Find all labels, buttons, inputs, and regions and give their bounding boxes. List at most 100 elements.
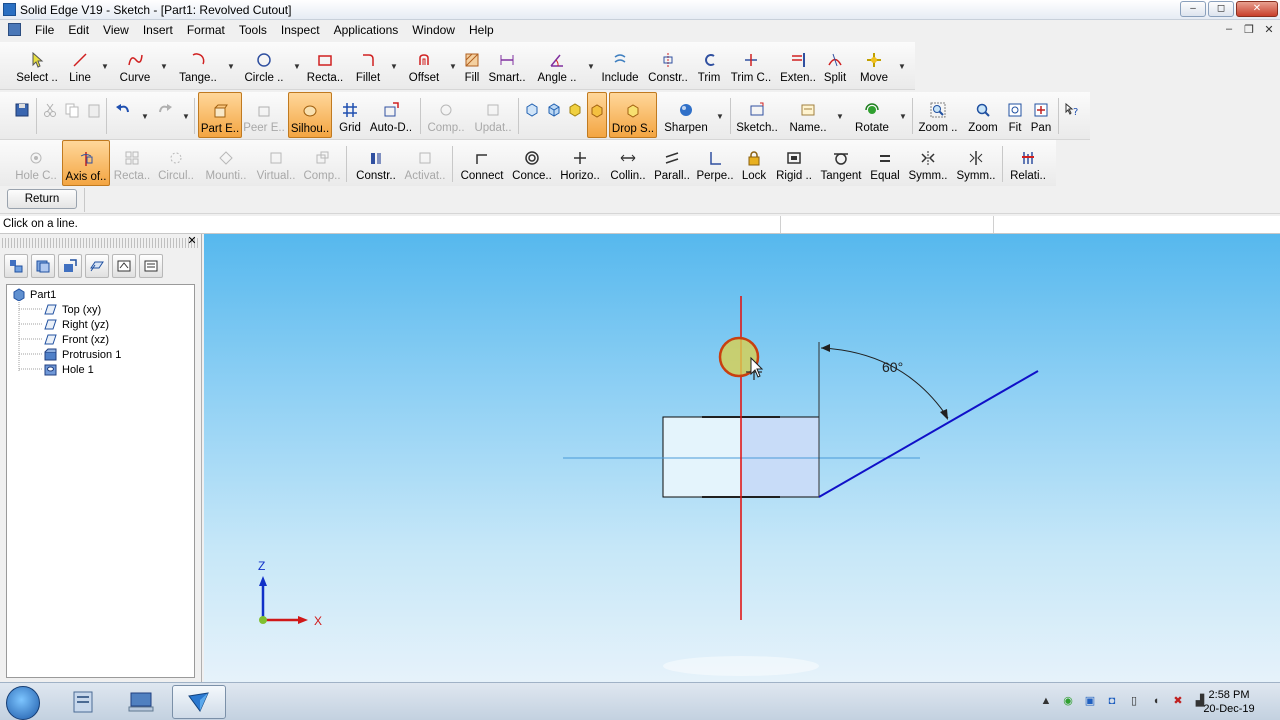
menu-applications[interactable]: Applications [327,23,406,37]
construction-tool-button[interactable]: Constr.. [646,42,690,88]
sharpen-dropdown-icon[interactable]: ▼ [716,112,724,121]
angled-profile-line[interactable] [818,370,1039,498]
trim-corner-button[interactable]: Trim C.. [728,42,774,88]
fillet-tool-button[interactable]: Fillet [350,42,386,88]
menu-insert[interactable]: Insert [136,23,180,37]
hole-center-button[interactable]: Hole C.. [14,140,58,186]
taskbar-clock[interactable]: 2:58 PM 20-Dec-19 [1190,688,1268,716]
pathfinder-layers-icon[interactable] [31,254,55,278]
taskbar-computer-button[interactable] [114,685,168,719]
rectangle-tool-button[interactable]: Recta.. [304,42,346,88]
sketch-viewport[interactable]: 60° Z X [204,234,1280,682]
view-shaded-button[interactable] [566,92,584,138]
mdi-close-button[interactable]: ✕ [1262,23,1276,36]
angle-dimension-label[interactable]: 60° [882,359,903,375]
paste-button[interactable] [84,92,104,138]
tree-item-protrusion-1[interactable]: Protrusion 1 [44,348,121,361]
start-button-windows-logo-icon[interactable] [6,686,40,720]
lock-relation-button[interactable]: Lock [738,140,770,186]
sharpen-button[interactable]: Sharpen [662,92,710,138]
axis-of-revolution-button[interactable]: Axis of.. [62,140,110,186]
rotate-button[interactable]: Rotate [850,92,894,138]
symmetric-relation-button[interactable]: Symm.. [906,140,950,186]
horizontal-vertical-button[interactable]: Horizo.. [558,140,602,186]
pathfinder-library-icon[interactable] [139,254,163,278]
menu-view[interactable]: View [96,23,136,37]
pan-button[interactable]: Pan [1028,92,1054,138]
include-tool-button[interactable]: Include [598,42,642,88]
return-button[interactable]: Return [7,189,77,209]
tangent-arc-button[interactable]: Tange.. [174,42,222,88]
pathfinder-planes-icon[interactable] [85,254,109,278]
drop-shadow-button[interactable]: Drop S.. [609,92,657,138]
fit-button[interactable]: Fit [1004,92,1026,138]
symmetry-axis-button[interactable]: Symm.. [954,140,998,186]
tray-app-icon[interactable]: ◘ [1104,693,1120,709]
pathfinder-sketches-icon[interactable] [58,254,82,278]
menu-help[interactable]: Help [462,23,501,37]
split-tool-button[interactable]: Split [820,42,850,88]
move-tool-button[interactable]: Move [856,42,892,88]
tangent-dropdown-icon[interactable]: ▼ [227,62,235,71]
construction-display-button[interactable]: Constr.. [352,140,400,186]
tray-app-green-icon[interactable]: ◉ [1060,693,1076,709]
usb-drive-icon[interactable]: ▯ [1126,693,1142,709]
copy-button[interactable] [62,92,82,138]
perpendicular-relation-button[interactable]: Perpe.. [694,140,736,186]
menu-window[interactable]: Window [405,23,462,37]
cut-button[interactable] [40,92,60,138]
concentric-relation-button[interactable]: Conce.. [510,140,554,186]
network-disabled-icon[interactable]: ✖ [1170,693,1186,709]
named-views-button[interactable]: Name.. [786,92,830,138]
line-dropdown-icon[interactable]: ▼ [101,62,109,71]
undo-button[interactable] [112,92,134,138]
rigid-set-button[interactable]: Rigid .. [772,140,816,186]
curve-tool-button[interactable]: Curve [116,42,154,88]
trim-tool-button[interactable]: Trim [694,42,724,88]
shaded-visible-edges-button[interactable] [587,92,607,138]
mounting-boss-button[interactable]: Mounti.. [202,140,250,186]
rotate-dropdown-icon[interactable]: ▼ [899,112,907,121]
pathfinder-family-icon[interactable] [112,254,136,278]
curve-dropdown-icon[interactable]: ▼ [160,62,168,71]
redo-button[interactable] [154,92,176,138]
angle-dropdown-icon[interactable]: ▼ [587,62,595,71]
smart-dimension-button[interactable]: Smart.. [486,42,528,88]
auto-dimension-button[interactable]: Auto-D.. [368,92,414,138]
part-edges-button[interactable]: Part E.. [198,92,242,138]
extend-tool-button[interactable]: Exten.. [778,42,818,88]
tree-item-right-plane[interactable]: Right (yz) [44,318,109,331]
sketch-view-button[interactable]: Sketch.. [734,92,780,138]
mdi-restore-button[interactable]: ❐ [1242,23,1256,36]
show-hidden-icons-icon[interactable]: ▲ [1038,693,1054,709]
circular-pattern-button[interactable]: Circul.. [156,140,196,186]
save-button[interactable] [10,92,34,138]
relationship-handles-button[interactable]: Relati.. [1008,140,1048,186]
rectangle-profile-right[interactable] [740,416,820,498]
pathfinder-close-icon[interactable]: ✕ [186,236,198,248]
tray-app-blue-icon[interactable]: ▣ [1082,693,1098,709]
mdi-minimize-button[interactable]: – [1222,23,1236,36]
whats-this-help-button[interactable]: ? [1062,92,1082,138]
collinear-relation-button[interactable]: Collin.. [606,140,650,186]
menu-tools[interactable]: Tools [232,23,274,37]
maximize-button[interactable]: ◻ [1208,1,1234,17]
peer-edges-button[interactable]: Peer E.. [243,92,285,138]
fillet-dropdown-icon[interactable]: ▼ [390,62,398,71]
zoom-button[interactable]: Zoom [964,92,1002,138]
pathfinder-features-icon[interactable] [4,254,28,278]
view-iso-button[interactable] [544,92,564,138]
line-tool-button[interactable]: Line [64,42,96,88]
parallel-relation-button[interactable]: Parall.. [652,140,692,186]
document-icon[interactable] [8,23,21,36]
equal-relation-button[interactable]: Equal [868,140,902,186]
activate-button[interactable]: Activat.. [402,140,448,186]
tree-item-front-plane[interactable]: Front (xz) [44,333,109,346]
circle-dropdown-icon[interactable]: ▼ [293,62,301,71]
rectangular-pattern-button[interactable]: Recta.. [112,140,152,186]
tree-item-top-plane[interactable]: Top (xy) [44,303,101,316]
offset-dropdown-icon[interactable]: ▼ [449,62,457,71]
taskbar-explorer-button[interactable] [56,685,110,719]
rectangle-profile-left[interactable] [662,416,742,498]
menu-edit[interactable]: Edit [61,23,96,37]
